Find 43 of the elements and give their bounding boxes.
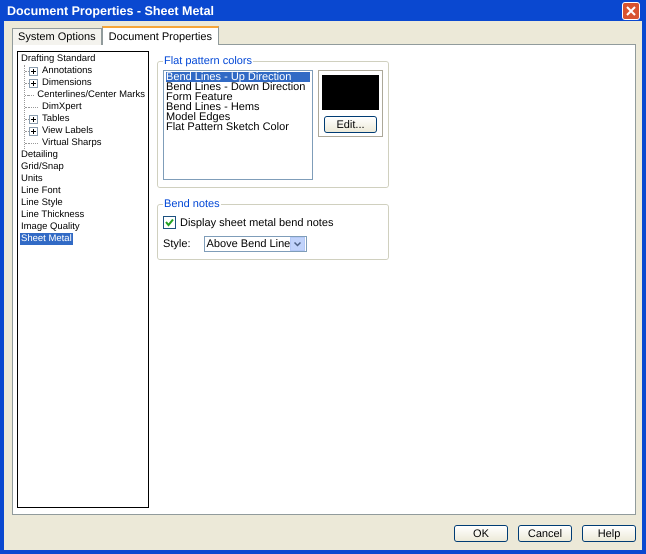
tab[interactable]: System Options <box>12 28 102 45</box>
expand-icon[interactable] <box>29 126 38 136</box>
list-item[interactable]: Bend Lines - Down Direction <box>166 82 310 92</box>
tree-item[interactable]: DimXpert <box>41 101 83 113</box>
dialog-button[interactable]: Help <box>582 525 636 542</box>
expand-icon[interactable] <box>29 66 38 76</box>
list-item[interactable]: Bend Lines - Up Direction <box>166 72 310 82</box>
group-title: Flat pattern colors <box>163 55 254 67</box>
tree-item[interactable]: Line Style <box>20 197 64 209</box>
close-button[interactable] <box>622 2 640 20</box>
expand-icon[interactable] <box>29 114 38 124</box>
style-dropdown[interactable]: Above Bend Line <box>204 236 307 252</box>
window-title: Document Properties - Sheet Metal <box>7 4 214 18</box>
color-list[interactable]: Bend Lines - Up Direction Bend Lines - Down Direction Form Feature Bend Lines - Hems Model Edges Flat Pattern Sketch Color <box>163 70 313 180</box>
dialog-button[interactable]: OK <box>454 525 508 542</box>
close-icon <box>626 6 636 16</box>
tree-item[interactable]: Tables <box>41 113 70 125</box>
tree-item[interactable]: Virtual Sharps <box>41 137 102 149</box>
list-item[interactable]: Flat Pattern Sketch Color <box>166 122 310 132</box>
tree-item[interactable]: Grid/Snap <box>20 161 65 173</box>
list-item[interactable]: Bend Lines - Hems <box>166 102 310 112</box>
expand-icon[interactable] <box>29 78 38 88</box>
tree-item[interactable]: Annotations <box>41 65 94 77</box>
tab[interactable]: Document Properties <box>102 26 219 45</box>
group-title: Bend notes <box>163 198 221 210</box>
checkbox[interactable] <box>163 216 176 229</box>
dialog-button[interactable]: Cancel <box>518 525 572 542</box>
tree-item[interactable]: Sheet Metal <box>20 233 73 245</box>
list-item[interactable]: Model Edges <box>166 112 310 122</box>
style-label: Style: <box>163 238 191 250</box>
tree-item[interactable]: Units <box>20 173 44 185</box>
tree-item[interactable]: Dimensions <box>41 77 93 89</box>
list-item[interactable]: Form Feature <box>166 92 310 102</box>
checkbox-label: Display sheet metal bend notes <box>180 216 334 228</box>
tree-item[interactable]: Centerlines/Center Marks <box>36 89 146 101</box>
tree-item[interactable]: Detailing <box>20 149 59 161</box>
tree-item[interactable]: Line Font <box>20 185 62 197</box>
tree-item[interactable]: Image Quality <box>20 221 81 233</box>
tree-item[interactable]: Drafting Standard <box>20 53 96 65</box>
color-swatch <box>322 75 379 110</box>
tree-item[interactable]: Line Thickness <box>20 209 86 221</box>
tree-item[interactable]: View Labels <box>41 125 94 137</box>
edit-button[interactable]: Edit... <box>324 116 377 133</box>
